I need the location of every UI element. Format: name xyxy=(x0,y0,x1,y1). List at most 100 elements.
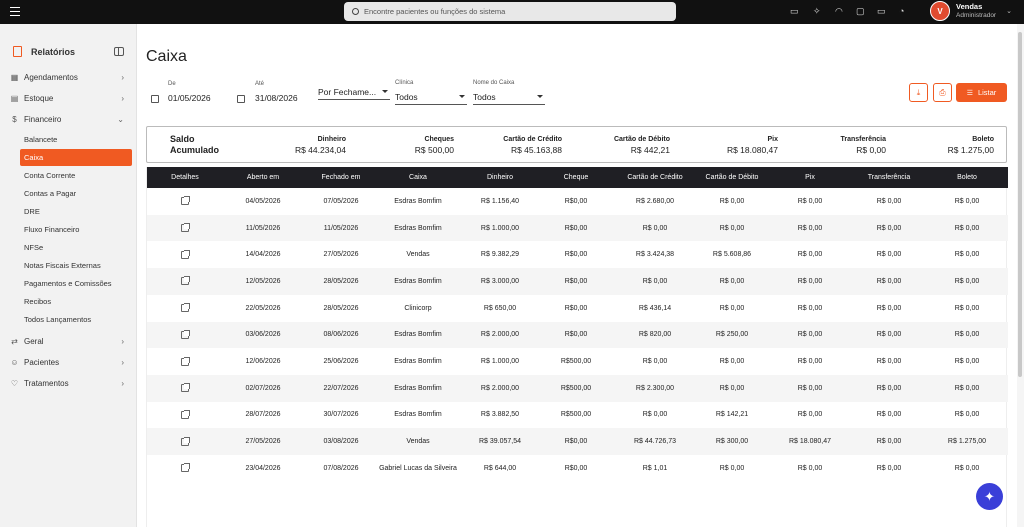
chat-icon[interactable]: ▢ xyxy=(856,6,865,17)
open-details-icon[interactable] xyxy=(181,409,190,419)
open-details-icon[interactable] xyxy=(181,463,190,473)
open-details-icon[interactable] xyxy=(181,303,190,313)
summary-label: Cheques xyxy=(424,136,454,143)
summary-value: R$ 442,21 xyxy=(630,145,670,155)
cell-caixa: Esdras Bomfim xyxy=(394,358,442,366)
scrollbar-thumb[interactable] xyxy=(1018,32,1022,377)
headset-icon[interactable]: ◠ xyxy=(835,6,843,17)
table-row: 12/05/2026 28/05/2026 Esdras Bomfim R$ 3.00… xyxy=(147,268,1008,295)
cell-cartao-debito: R$ 142,21 xyxy=(715,411,749,419)
cell-aberto-em: 02/07/2026 xyxy=(245,384,281,392)
sparkle-icon[interactable]: ✧ xyxy=(813,6,821,17)
summary-title-line1: Saldo xyxy=(170,134,195,144)
sidebar-item-estoque[interactable]: ▤ Estoque › xyxy=(10,91,130,105)
sidebar-subitem-caixa[interactable]: Caixa xyxy=(20,149,132,166)
cash-name-select[interactable]: Todos xyxy=(473,89,545,105)
cell-transferencia: R$ 0,00 xyxy=(876,384,902,392)
sidebar-item-geral[interactable]: ⇄ Geral › xyxy=(10,334,130,348)
sidebar-subitem-dre[interactable]: DRE xyxy=(20,203,132,220)
tooth-icon: ♡ xyxy=(10,378,19,388)
open-details-icon[interactable] xyxy=(181,329,190,339)
calendar-icon[interactable] xyxy=(237,95,245,103)
listar-button[interactable]: ☰ Listar xyxy=(956,83,1007,102)
table-row: 14/04/2026 27/05/2026 Vendas R$ 9.382,29 R$0… xyxy=(147,241,1008,268)
open-details-icon[interactable] xyxy=(181,223,190,233)
sidebar-item-tratamentos[interactable]: ♡ Tratamentos › xyxy=(10,376,130,390)
sidebar-subitem-recibos[interactable]: Recibos xyxy=(20,293,132,310)
cash-table: Detalhes Aberto em Fechado em Caixa Dinheiro… xyxy=(146,167,1008,527)
hamburger-menu-icon[interactable] xyxy=(10,7,20,16)
column-header-cartao-credito: Cartão de Crédito xyxy=(627,174,683,181)
open-details-icon[interactable] xyxy=(181,436,190,446)
cell-transferencia: R$ 0,00 xyxy=(876,464,902,472)
details-cell xyxy=(147,295,223,322)
calendar-icon[interactable] xyxy=(151,95,159,103)
column-header-fechado-em: Fechado em xyxy=(321,174,361,181)
details-cell xyxy=(147,268,223,295)
column-header-aberto-em: Aberto em xyxy=(246,174,280,181)
cell-caixa: Clinicorp xyxy=(404,304,432,312)
period-type-select[interactable]: Por Fechame... xyxy=(318,84,390,100)
summary-label: Dinheiro xyxy=(317,136,346,143)
main-content: Caixa De 01/05/2026 Até 31/08/2026 Por F… xyxy=(137,24,1015,527)
open-details-icon[interactable] xyxy=(181,356,190,366)
chevron-right-icon: › xyxy=(121,336,124,346)
search-placeholder: Encontre pacientes ou funções do sistema xyxy=(364,7,506,16)
cell-aberto-em: 04/05/2026 xyxy=(245,197,281,205)
sidebar-collapse-icon[interactable] xyxy=(114,47,124,56)
sidebar-item-financeiro[interactable]: $ Financeiro ⌄ xyxy=(10,112,130,126)
sidebar-subitem-balancete[interactable]: Balancete xyxy=(20,131,132,148)
date-to-field[interactable]: 31/08/2026 xyxy=(255,93,298,103)
message-icon[interactable]: ▭ xyxy=(877,6,886,17)
cell-cartao-debito: R$ 300,00 xyxy=(715,438,749,446)
cell-fechado-em: 08/06/2026 xyxy=(323,331,359,339)
cell-transferencia: R$ 0,00 xyxy=(876,304,902,312)
summary-value: R$ 44.234,04 xyxy=(294,145,346,155)
sidebar: Relatórios ▦ Agendamentos › ▤ Estoque › … xyxy=(0,24,137,527)
summary-pix: Pix R$ 18.080,47 xyxy=(727,134,778,156)
ai-assistant-button[interactable]: ✦ xyxy=(976,483,1003,510)
cell-boleto: R$ 0,00 xyxy=(954,197,980,205)
video-icon[interactable]: ▭ xyxy=(790,6,799,17)
cell-cheque: R$0,00 xyxy=(564,331,588,339)
summary-label: Pix xyxy=(767,136,778,143)
clinic-select[interactable]: Todos xyxy=(395,89,467,105)
sidebar-subitem-contas-a-pagar[interactable]: Contas a Pagar xyxy=(20,185,132,202)
cell-dinheiro: R$ 9.382,29 xyxy=(480,251,520,259)
open-details-icon[interactable] xyxy=(181,249,190,259)
sidebar-item-agendamentos[interactable]: ▦ Agendamentos › xyxy=(10,70,130,84)
sidebar-item-pacientes[interactable]: ☺ Pacientes › xyxy=(10,355,130,369)
user-menu[interactable]: V Vendas Administrador ⌄ xyxy=(930,1,1012,21)
open-details-icon[interactable] xyxy=(181,196,190,206)
cell-aberto-em: 03/06/2026 xyxy=(245,331,281,339)
cell-cheque: R$0,00 xyxy=(564,251,588,259)
sidebar-subitem-nfse[interactable]: NFSe xyxy=(20,239,132,256)
sidebar-subitem-pagamentos-e-comissoes[interactable]: Pagamentos e Comissões xyxy=(20,275,132,292)
summary-dinheiro: Dinheiro R$ 44.234,04 xyxy=(295,134,346,156)
sidebar-title: Relatórios xyxy=(31,46,76,57)
download-icon: ⤓ xyxy=(916,87,921,97)
sidebar-subitem-notas-fiscais-externas[interactable]: Notas Fiscais Externas xyxy=(20,257,132,274)
cell-aberto-em: 28/07/2026 xyxy=(245,411,281,419)
open-details-icon[interactable] xyxy=(181,383,190,393)
date-from-field[interactable]: 01/05/2026 xyxy=(168,93,211,103)
cell-fechado-em: 27/05/2026 xyxy=(323,251,359,259)
sidebar-subitem-conta-corrente[interactable]: Conta Corrente xyxy=(20,167,132,184)
table-row: 11/05/2026 11/05/2026 Esdras Bomfim R$ 1.00… xyxy=(147,214,1008,242)
bell-icon[interactable]: ◔ xyxy=(899,6,904,17)
caret-down-icon xyxy=(537,95,543,98)
caret-down-icon xyxy=(382,90,388,93)
cell-pix: R$ 0,00 xyxy=(797,464,823,472)
calendar-icon: ▦ xyxy=(10,72,19,82)
cell-transferencia: R$ 0,00 xyxy=(876,438,902,446)
sidebar-subitem-fluxo-financeiro[interactable]: Fluxo Financeiro xyxy=(20,221,132,238)
download-button[interactable]: ⤓ xyxy=(909,83,928,102)
global-search-input[interactable]: Encontre pacientes ou funções do sistema xyxy=(344,2,676,21)
print-button[interactable]: ⎙ xyxy=(933,83,952,102)
cell-cartao-credito: R$ 3.424,38 xyxy=(635,251,675,259)
sidebar-header: Relatórios xyxy=(13,46,75,57)
sidebar-subitem-todos-lancamentos[interactable]: Todos Lançamentos xyxy=(20,311,132,328)
open-details-icon[interactable] xyxy=(181,276,190,286)
cell-boleto: R$ 0,00 xyxy=(954,331,980,339)
cell-pix: R$ 0,00 xyxy=(797,331,823,339)
